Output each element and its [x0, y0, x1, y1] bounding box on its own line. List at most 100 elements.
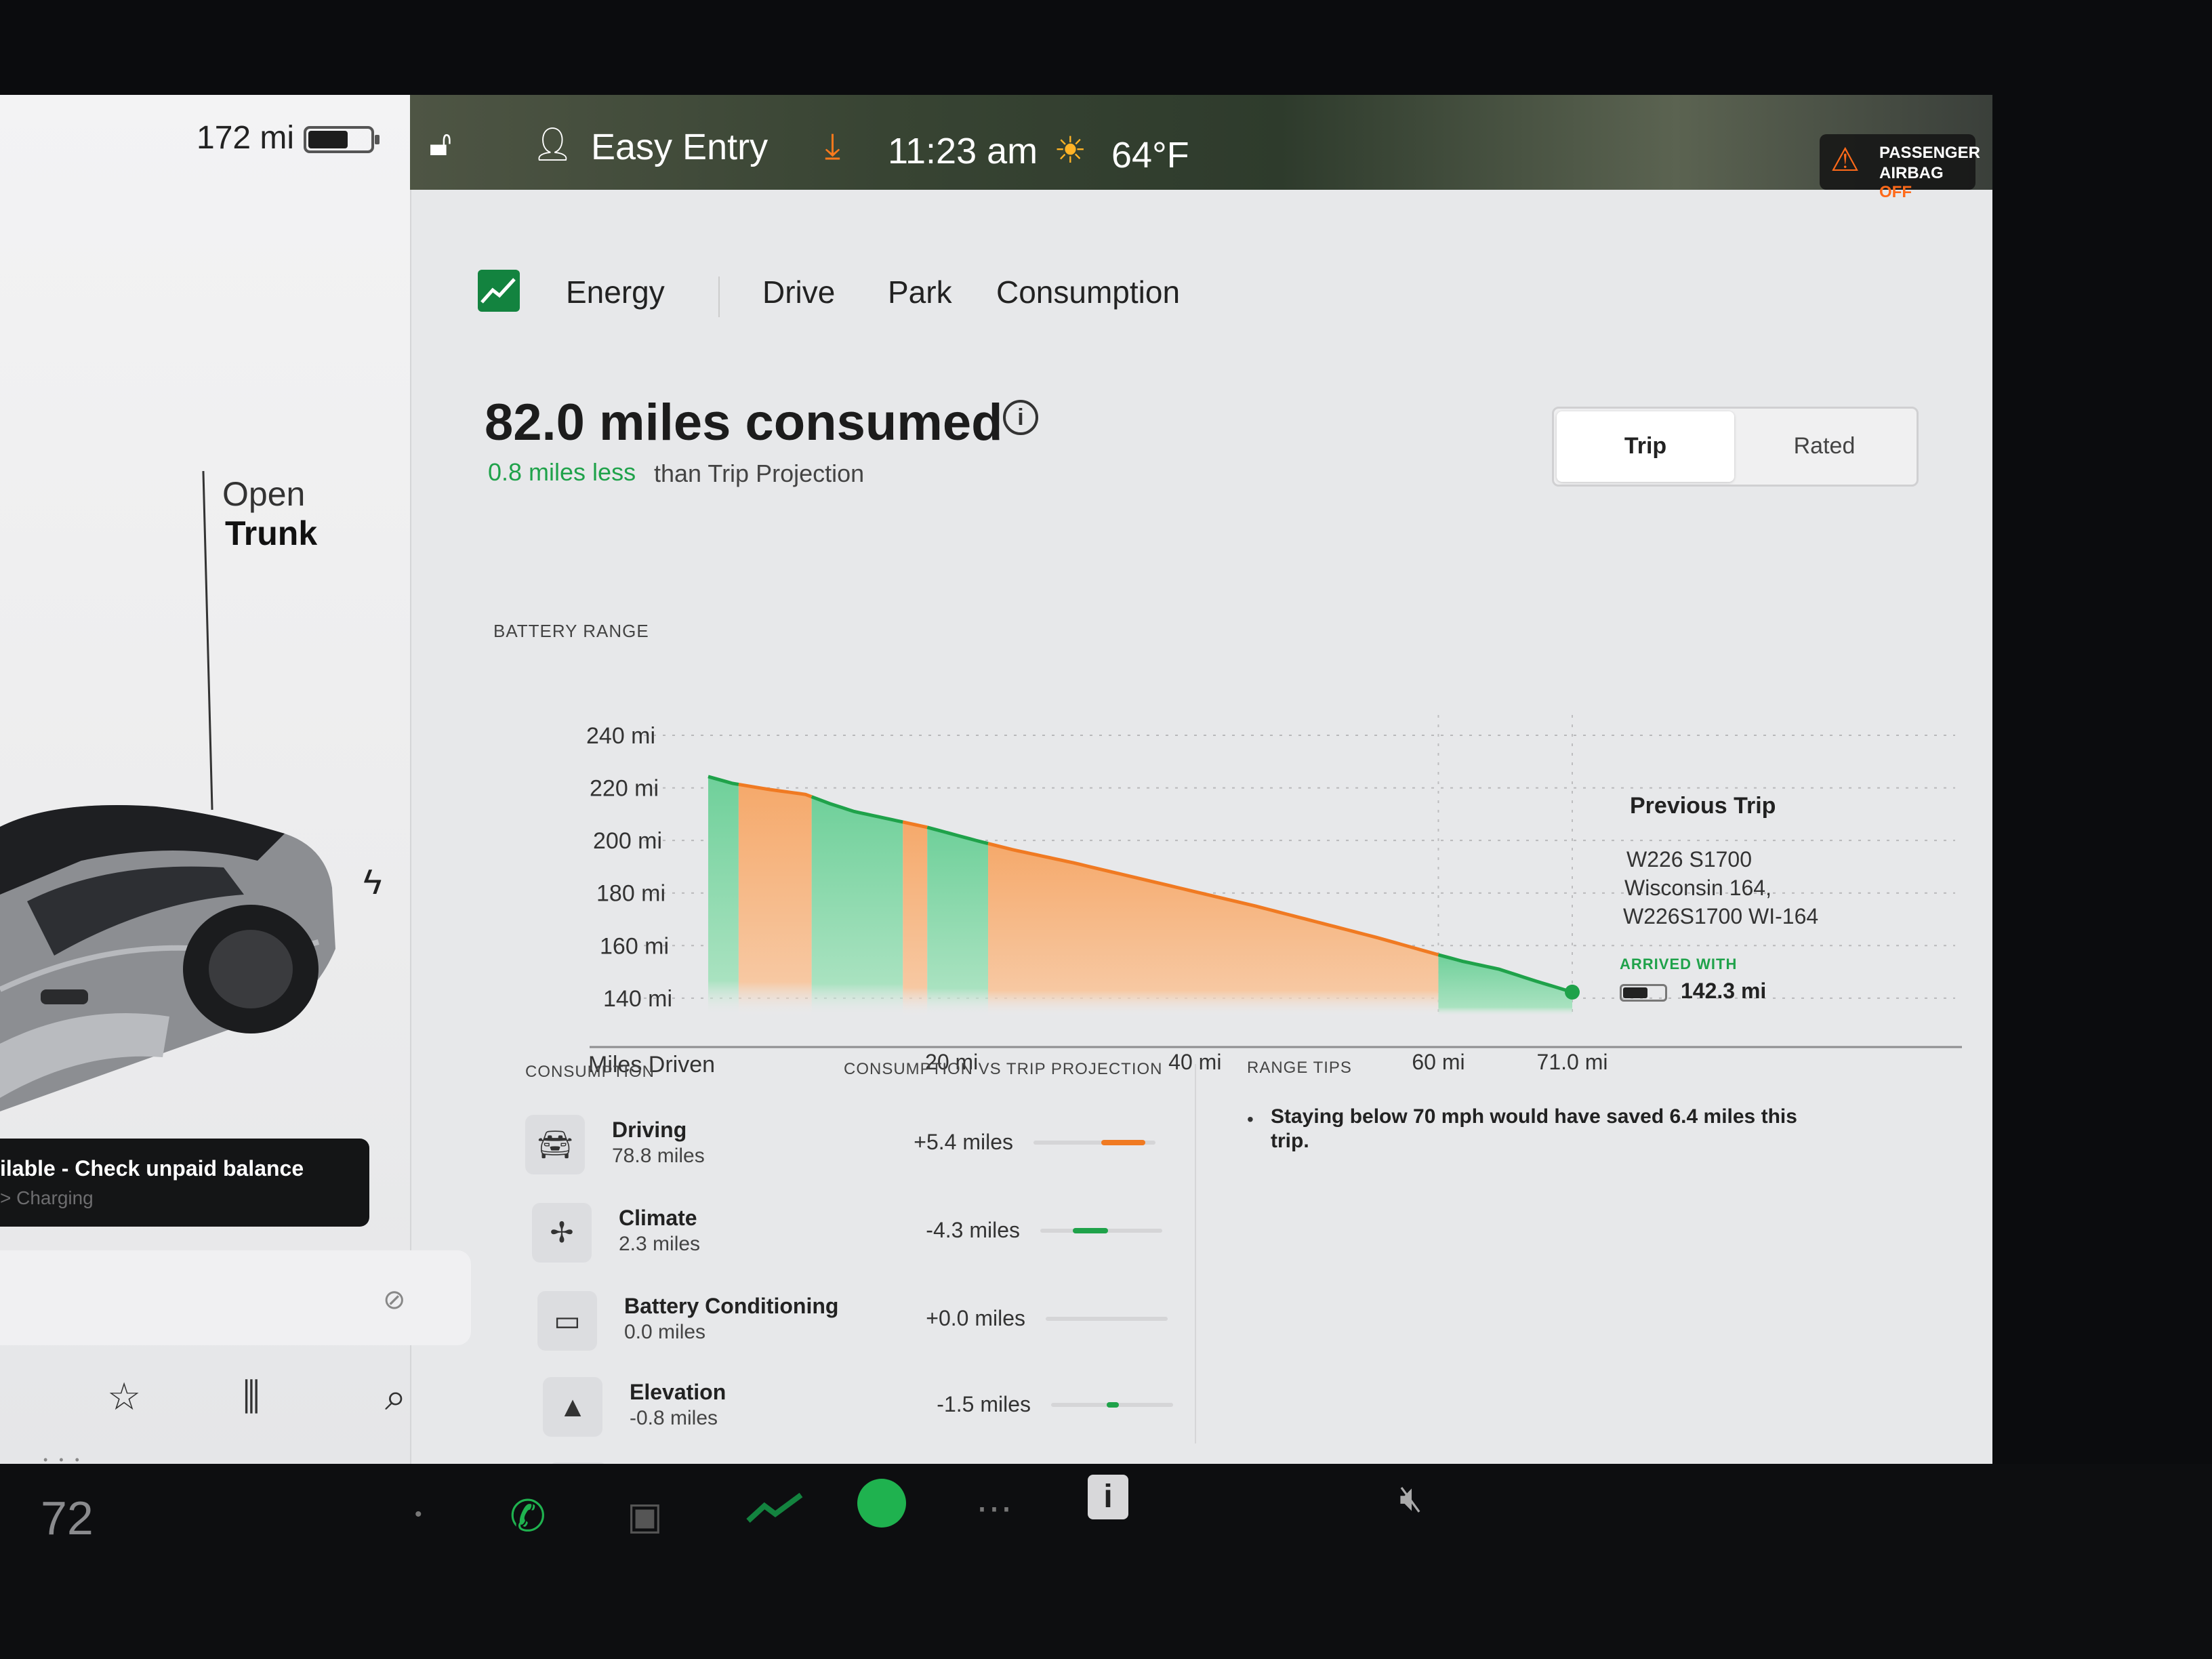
- airbag-icon: ⚠: [1830, 142, 1860, 178]
- consumption-name: Driving: [612, 1118, 687, 1142]
- previous-trip-address-1: W226 S1700: [1626, 847, 1753, 872]
- more-apps-icon[interactable]: ⋯: [976, 1487, 1012, 1530]
- download-icon[interactable]: ⤓: [825, 126, 840, 167]
- range-readout: 172 mi: [197, 120, 295, 156]
- consumption-row: ▲ Elevation -0.8 miles -1.5 miles: [543, 1377, 1173, 1445]
- energy-app-icon: [478, 270, 520, 312]
- car-panel: 172 mi Open Trunk ϟ ilable - Check unpai…: [0, 95, 471, 1464]
- projection-caption: than Trip Projection: [654, 459, 865, 487]
- consumption-bar-track: [1051, 1402, 1173, 1408]
- charge-port-bolt-icon[interactable]: ϟ: [363, 862, 382, 903]
- passenger-airbag-indicator: ⚠ PASSENGER AIRBAG OFF: [1820, 134, 1980, 201]
- consumption-bar-fill: [1107, 1402, 1119, 1408]
- orange-area-segment: [988, 843, 1439, 1017]
- chart-heading: BATTERY RANGE: [493, 621, 649, 641]
- y-tick-label: 160 mi: [600, 933, 669, 959]
- trunk-open-label[interactable]: Open: [222, 474, 305, 514]
- battery-icon: [304, 126, 380, 153]
- volume-mute-icon[interactable]: 🔇︎: [1399, 1477, 1422, 1520]
- car-icon: 🚘︎: [525, 1115, 585, 1174]
- trunk-pointer-line: [202, 471, 213, 810]
- clock: 11:23 am: [888, 131, 1038, 171]
- range-tip-text: Staying below 70 mph would have saved 6.…: [1271, 1105, 1797, 1152]
- consumption-miles: 2.3 miles: [619, 1233, 701, 1255]
- page-indicator: • • •: [43, 1453, 83, 1464]
- profile-icon[interactable]: 👤︎: [532, 125, 573, 163]
- toggle-trip[interactable]: Trip: [1557, 411, 1734, 482]
- manual-info-icon[interactable]: i: [1088, 1475, 1128, 1519]
- spotify-icon[interactable]: [857, 1479, 906, 1528]
- mountain-icon: ▲: [543, 1377, 602, 1437]
- consumption-vs-projection-heading: CONSUMPTION VS TRIP PROJECTION: [844, 1060, 1163, 1078]
- charging-notice-sub: > Charging: [0, 1187, 94, 1208]
- arrived-with-value: 142.3 mi: [1681, 979, 1767, 1003]
- energy-dock-icon[interactable]: [744, 1488, 805, 1529]
- arrival-point: [1565, 984, 1580, 1000]
- green-area-segment: [811, 796, 903, 1017]
- camera-icon[interactable]: ▣: [627, 1494, 663, 1538]
- orange-area-segment: [903, 821, 928, 1017]
- no-media-icon: ⊘: [383, 1285, 406, 1315]
- consumption-bar-track: [1040, 1228, 1162, 1233]
- consumption-row: ✢ Climate 2.3 miles -4.3 miles: [532, 1203, 1162, 1271]
- consumption-heading: CONSUMPTION: [525, 1063, 655, 1081]
- touchscreen: 172 mi Open Trunk ϟ ilable - Check unpai…: [0, 95, 1992, 1464]
- dock-dot-icon: •: [415, 1503, 422, 1525]
- green-area-segment: [927, 827, 989, 1017]
- consumption-name: Battery Conditioning: [624, 1294, 839, 1318]
- energy-title: Energy: [566, 274, 665, 310]
- search-icon[interactable]: ⌕: [385, 1374, 406, 1420]
- orange-area-segment: [738, 784, 812, 1017]
- charging-notice-text: ilable - Check unpaid balance: [0, 1156, 304, 1181]
- equalizer-icon[interactable]: ⫼: [243, 1374, 260, 1420]
- favorite-star-icon[interactable]: ☆: [107, 1374, 141, 1419]
- consumption-miles: 78.8 miles: [612, 1145, 705, 1167]
- tab-drive[interactable]: Drive: [762, 274, 835, 310]
- charging-notice[interactable]: ilable - Check unpaid balance > Charging: [0, 1139, 369, 1227]
- energy-app: Energy Drive Park Consumption 82.0 miles…: [410, 190, 1992, 1464]
- unlocked-icon[interactable]: 🔓︎: [429, 123, 452, 165]
- previous-trip-address-3: W226S1700 WI-164: [1623, 904, 1819, 928]
- previous-trip-heading: Previous Trip: [1630, 793, 1776, 819]
- previous-trip-address-2: Wisconsin 164,: [1624, 876, 1771, 900]
- climate-temperature[interactable]: 72: [41, 1491, 94, 1545]
- miles-consumed-headline: 82.0 miles consumed: [485, 394, 1003, 451]
- consumption-miles: 0.0 miles: [624, 1321, 706, 1343]
- x-tick-label: 60 mi: [1412, 1050, 1465, 1074]
- y-tick-label: 200 mi: [593, 828, 662, 854]
- airbag-line1: PASSENGER: [1879, 144, 1980, 162]
- sun-icon: ☀: [1054, 130, 1087, 171]
- consumption-name: Elevation: [630, 1380, 726, 1404]
- consumption-bar-track: [1046, 1317, 1168, 1321]
- consumption-name: Climate: [619, 1206, 697, 1230]
- battery-icon: ▭: [537, 1291, 597, 1351]
- tab-consumption[interactable]: Consumption: [996, 274, 1180, 310]
- y-tick-label: 220 mi: [590, 776, 659, 802]
- consumption-row: ▭ Battery Conditioning 0.0 miles +0.0 miles: [537, 1291, 1168, 1359]
- trip-rated-toggle: Trip Rated: [1552, 407, 1919, 487]
- trunk-label[interactable]: Trunk: [225, 514, 317, 553]
- consumption-row: 🚘︎ Driving 78.8 miles +5.4 miles: [525, 1115, 1155, 1183]
- arrived-battery-icon: [1620, 984, 1667, 1002]
- green-area-segment: [708, 776, 739, 1017]
- consumption-delta: +0.0 miles: [926, 1306, 1025, 1330]
- car-image: [0, 805, 335, 1111]
- projection-difference: 0.8 miles less: [488, 458, 636, 486]
- fan-icon: ✢: [532, 1203, 592, 1263]
- tab-separator: [718, 276, 720, 317]
- consumption-miles: -0.8 miles: [630, 1407, 718, 1429]
- tab-park[interactable]: Park: [888, 274, 952, 310]
- toggle-rated[interactable]: Rated: [1736, 433, 1913, 459]
- tip-bullet: •: [1247, 1109, 1254, 1130]
- dock-bar: 72 • ✆ ▣ ⋯ i 🔇︎: [0, 1464, 2212, 1659]
- x-tick-label: 71.0 mi: [1537, 1050, 1608, 1074]
- range-tips-heading: RANGE TIPS: [1247, 1059, 1352, 1077]
- driver-profile[interactable]: Easy Entry: [591, 126, 768, 168]
- y-tick-label: 240 mi: [586, 723, 655, 749]
- section-divider: [1195, 1064, 1196, 1443]
- consumption-delta: -4.3 miles: [926, 1218, 1020, 1242]
- consumption-delta: +5.4 miles: [914, 1130, 1013, 1154]
- consumption-bar-track: [1033, 1140, 1155, 1145]
- phone-icon[interactable]: ✆: [510, 1491, 546, 1542]
- info-icon[interactable]: i: [1003, 400, 1038, 435]
